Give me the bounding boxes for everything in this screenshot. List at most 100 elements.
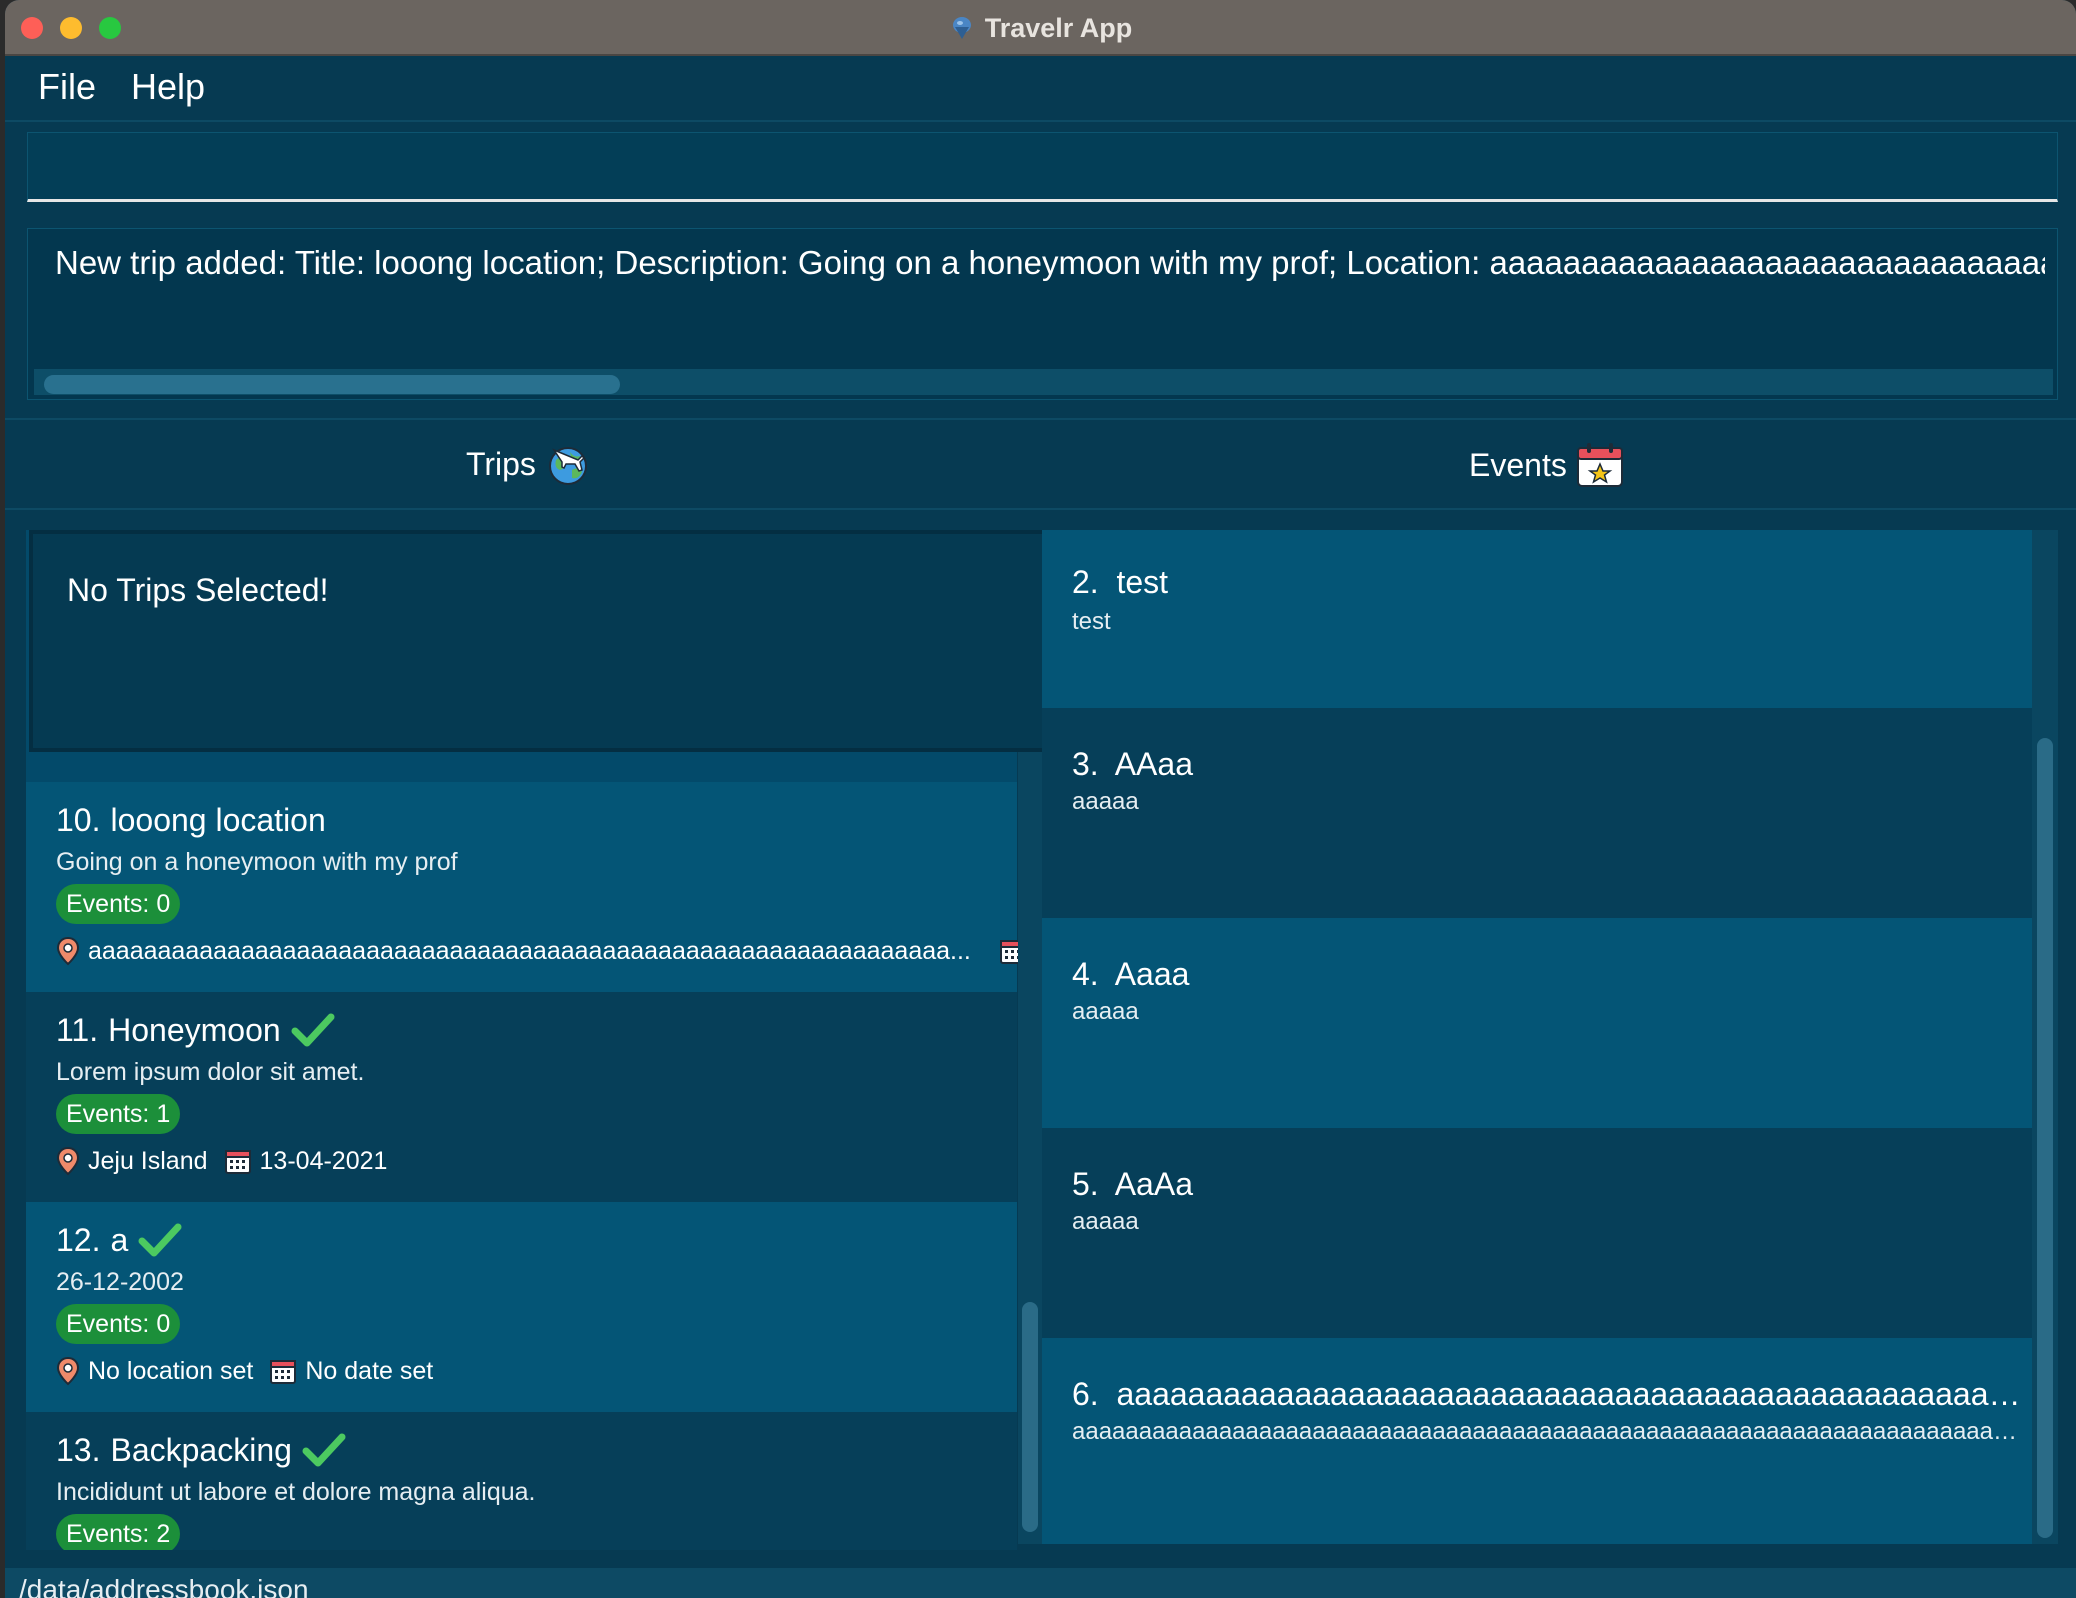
trip-location: Jeju Island <box>56 1146 208 1176</box>
location-pin-icon <box>56 936 80 966</box>
tab-events[interactable]: Events <box>1469 440 1625 490</box>
window-title: Travelr App <box>984 12 1133 43</box>
panel-header: Trips Events <box>5 418 2076 510</box>
trip-location-text: aaaaaaaaaaaaaaaaaaaaaaaaaaaaaaaaaaaaaaaa… <box>88 936 971 965</box>
result-horizontal-scrollbar[interactable] <box>34 369 2053 395</box>
event-title: 2. test <box>1072 564 2022 601</box>
event-card[interactable]: 2. test test <box>1042 530 2032 708</box>
trip-card[interactable]: 12. a 26-12-2002 Events: 0 No location s… <box>26 1202 1017 1412</box>
app-logo-icon <box>952 17 971 39</box>
completed-check-icon <box>291 1013 335 1046</box>
trip-card[interactable]: 13. Backpacking Incididunt ut labore et … <box>26 1412 1017 1550</box>
trip-name: Honeymoon <box>108 1012 281 1048</box>
trip-index: 12. <box>56 1222 101 1258</box>
trip-index: 11. <box>56 1012 99 1048</box>
event-name: Aaaa <box>1114 956 1190 992</box>
event-description: aaaaaaaaaaaaaaaaaaaaaaaaaaaaaaaaaaaaaaaa… <box>1072 1418 2022 1445</box>
events-count-badge: Events: 0 <box>56 884 181 924</box>
result-text: New trip added: Title: looong location; … <box>55 244 2045 281</box>
trip-date-text: 13-04-2021 <box>259 1146 388 1175</box>
title-bar: Travelr App <box>5 0 2076 56</box>
tab-events-label: Events <box>1469 446 1567 483</box>
trip-title: 10. looong location <box>56 802 326 839</box>
event-title: 4. Aaaa <box>1072 956 2022 993</box>
trip-name: a <box>110 1222 129 1258</box>
trip-card[interactable]: 11. Honeymoon Lorem ipsum dolor sit amet… <box>26 992 1017 1202</box>
trip-description: Going on a honeymoon with my prof <box>56 848 458 876</box>
command-box <box>27 132 2058 202</box>
no-trip-selected-text: No Trips Selected! <box>67 572 329 608</box>
events-list-panel[interactable]: 2. test test 3. AAaa aaaaa 4. Aaaa aaaaa… <box>1042 530 2058 1544</box>
menu-file[interactable]: File <box>38 66 96 108</box>
result-scroll-thumb[interactable] <box>44 375 620 394</box>
event-name: aaaaaaaaaaaaaaaaaaaaaaaaaaaaaaaaaaaaaaaa… <box>1116 1376 2022 1412</box>
calendar-star-icon <box>1576 443 1623 487</box>
trip-index: 13. <box>56 1432 101 1468</box>
selected-trip-panel: No Trips Selected! <box>29 530 1046 752</box>
event-description: aaaaa <box>1072 1208 1139 1235</box>
trip-location: No location set <box>56 1356 253 1386</box>
event-card[interactable]: 6. aaaaaaaaaaaaaaaaaaaaaaaaaaaaaaaaaaaaa… <box>1042 1338 2032 1544</box>
globe-airplane-icon <box>548 447 587 485</box>
trip-location-text: Jeju Island <box>88 1146 208 1175</box>
trip-description: 26-12-2002 <box>56 1268 184 1296</box>
location-pin-icon <box>56 1146 80 1176</box>
events-count-badge: Events: 2 <box>56 1514 181 1550</box>
menu-help[interactable]: Help <box>131 66 205 108</box>
trips-vertical-scrollbar[interactable] <box>1018 752 1042 1544</box>
trip-date: No date set <box>269 1357 433 1386</box>
event-card[interactable]: 3. AAaa aaaaa <box>1042 708 2032 918</box>
event-title: 5. AaAa <box>1072 1166 2022 1203</box>
trip-meta: aaaaaaaaaaaaaaaaaaaaaaaaaaaaaaaaaaaaaaaa… <box>56 936 1042 966</box>
event-card[interactable]: 4. Aaaa aaaaa <box>1042 918 2032 1128</box>
tab-trips[interactable]: Trips <box>466 440 592 488</box>
event-name: AAaa <box>1114 746 1193 782</box>
trip-meta: Jeju Island 13-04-2021 <box>56 1146 403 1176</box>
event-description: aaaaa <box>1072 998 1139 1025</box>
event-description: aaaaa <box>1072 788 1139 815</box>
trip-meta: No location set No date set <box>56 1356 449 1386</box>
status-bar: /data/addressbook.json <box>5 1568 2076 1598</box>
trips-scroll-thumb[interactable] <box>1022 1302 1038 1532</box>
calendar-icon <box>270 1360 297 1384</box>
trip-name: Backpacking <box>110 1432 292 1468</box>
tab-trips-label: Trips <box>466 445 536 482</box>
trip-name: looong location <box>110 802 326 838</box>
completed-check-icon <box>302 1433 346 1466</box>
trip-date: 13-04-2021 <box>224 1146 388 1176</box>
event-index: 2. <box>1072 564 1099 600</box>
event-name: test <box>1116 564 1169 600</box>
trip-title: 12. a <box>56 1222 182 1259</box>
event-index: 4. <box>1072 956 1099 992</box>
event-title: 6. aaaaaaaaaaaaaaaaaaaaaaaaaaaaaaaaaaaaa… <box>1072 1376 2022 1413</box>
command-input[interactable] <box>28 133 2057 199</box>
events-scroll-thumb[interactable] <box>2037 738 2053 1538</box>
trip-description: Incididunt ut labore et dolore magna ali… <box>56 1478 536 1506</box>
trip-description: Lorem ipsum dolor sit amet. <box>56 1058 365 1086</box>
events-count-badge: Events: 1 <box>56 1094 181 1134</box>
trip-location: aaaaaaaaaaaaaaaaaaaaaaaaaaaaaaaaaaaaaaaa… <box>56 936 971 966</box>
event-name: AaAa <box>1114 1166 1193 1202</box>
trip-title: 11. Honeymoon <box>56 1012 335 1049</box>
window-title-group: Travelr App <box>5 0 2076 56</box>
calendar-icon <box>224 1150 251 1174</box>
location-pin-icon <box>56 1356 80 1386</box>
event-index: 3. <box>1072 746 1099 782</box>
trip-title: 13. Backpacking <box>56 1432 346 1469</box>
events-vertical-scrollbar[interactable] <box>2032 530 2058 1544</box>
trip-location-text: No location set <box>88 1356 254 1385</box>
trip-index: 10. <box>56 802 101 838</box>
event-index: 6. <box>1072 1376 1099 1412</box>
data-file-path: /data/addressbook.json <box>19 1574 309 1598</box>
events-count-badge: Events: 0 <box>56 1304 181 1344</box>
event-title: 3. AAaa <box>1072 746 2022 783</box>
trip-date-text: No date set <box>305 1356 434 1385</box>
event-card[interactable]: 5. AaAa aaaaa <box>1042 1128 2032 1338</box>
app-window: Travelr App File Help New trip added: Ti… <box>5 0 2076 1598</box>
trip-card[interactable]: 10. looong location Going on a honeymoon… <box>26 782 1042 992</box>
event-index: 5. <box>1072 1166 1099 1202</box>
event-description: test <box>1072 608 1111 635</box>
completed-check-icon <box>138 1223 182 1256</box>
menu-bar: File Help <box>5 56 2076 122</box>
result-display: New trip added: Title: looong location; … <box>27 228 2058 400</box>
